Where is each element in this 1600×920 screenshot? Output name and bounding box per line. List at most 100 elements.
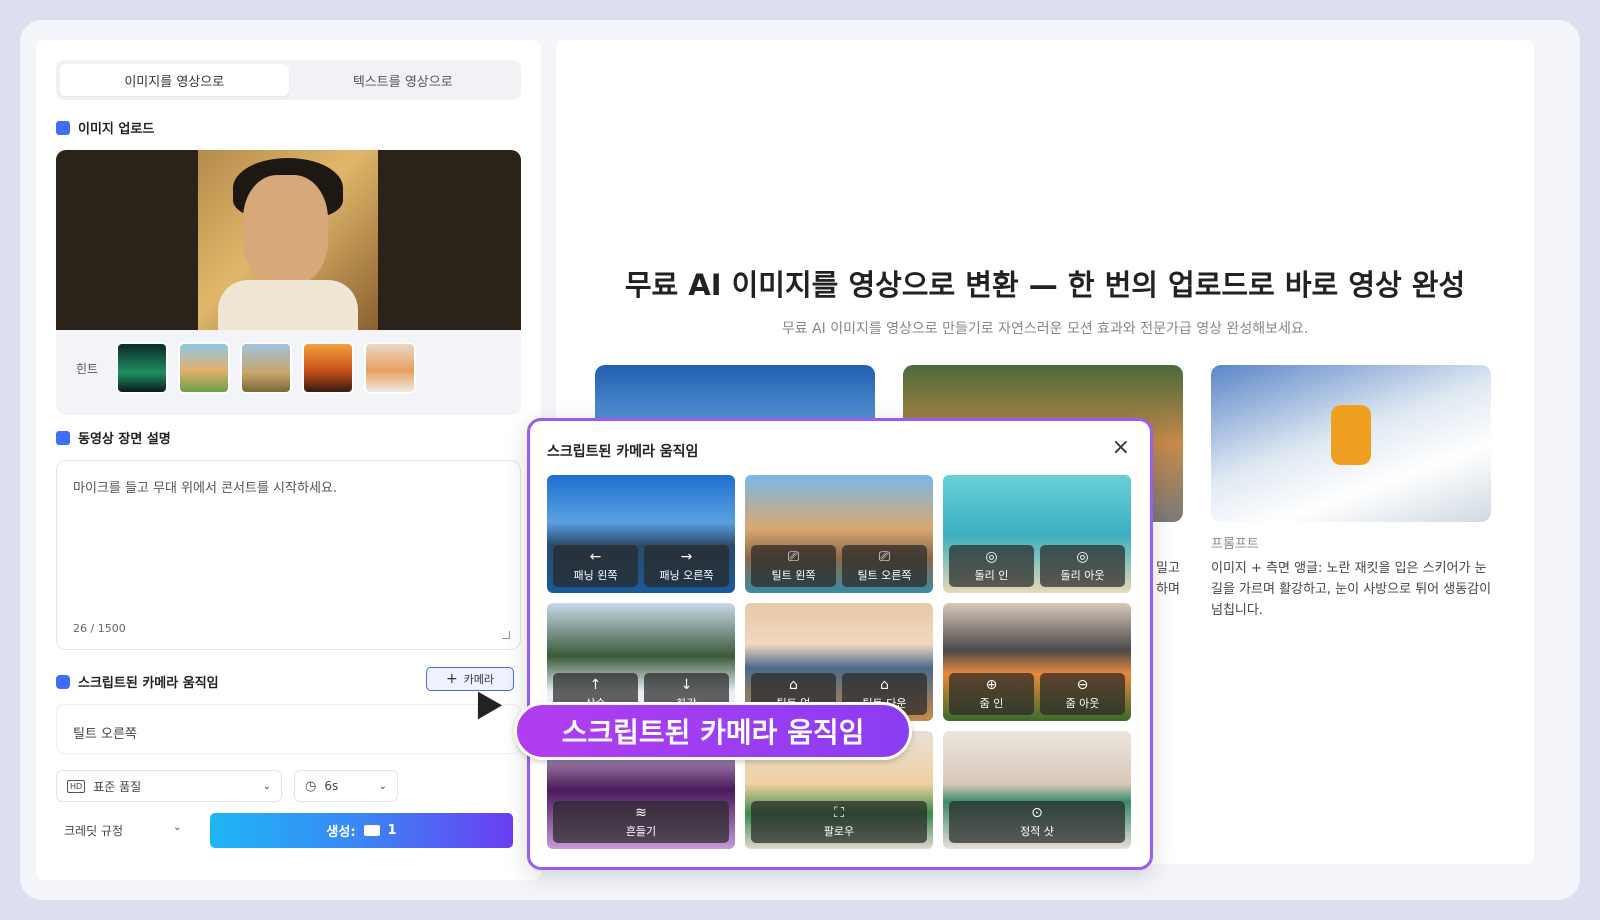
camera-preset-buttons: ← 패닝 왼쪽 → 패닝 오른쪽 xyxy=(553,545,729,587)
camera-preset-button[interactable]: ◎ 돌리 아웃 xyxy=(1040,545,1125,587)
camera-move-icon: ⎚ xyxy=(787,548,800,565)
hint-label: 힌트 xyxy=(76,361,99,376)
duration-select[interactable]: ◷ 6s ⌄ xyxy=(294,770,398,802)
camera-preset-label: 패닝 오른쪽 xyxy=(659,568,714,582)
camera-preset-button[interactable]: ⊙ 정적 샷 xyxy=(949,801,1125,843)
camera-preset-button[interactable]: ← 패닝 왼쪽 xyxy=(553,545,638,587)
example-card-skier[interactable] xyxy=(1211,365,1491,522)
camera-title: 스크립트된 카메라 움직임 xyxy=(78,676,219,691)
char-count: 26 / 1500 xyxy=(73,622,126,635)
camera-move-icon: ⎚ xyxy=(878,548,891,565)
camera-preset-label: 돌리 아웃 xyxy=(1060,568,1105,582)
scene-section-header: 동영상 장면 설명 xyxy=(56,428,171,447)
hint-thumb-rider[interactable] xyxy=(240,342,292,394)
camera-move-icon: ⌂ xyxy=(880,676,889,693)
chevron-down-icon: ⌄ xyxy=(262,780,271,792)
add-camera-button[interactable]: + 카메라 xyxy=(426,667,514,691)
hd-icon: HD xyxy=(67,779,86,793)
camera-move-icon: ≋ xyxy=(635,804,647,821)
hero-title: 무료 AI 이미지를 영상으로 변환 — 한 번의 업로드로 바로 영상 완성 xyxy=(624,268,1466,302)
camera-preset-button[interactable]: ⎚ 틸트 오른쪽 xyxy=(842,545,927,587)
camera-preset-buttons: ⛶ 팔로우 xyxy=(751,801,927,843)
image-icon xyxy=(56,120,70,135)
hint-thumb-aurora[interactable] xyxy=(116,342,168,394)
upload-section-header: 이미지 업로드 xyxy=(56,118,154,137)
plus-icon: + xyxy=(445,671,458,687)
camera-preset-label: 팔로우 xyxy=(823,824,855,838)
camera-preset-buttons: ⊕ 줌 인 ⊖ 줌 아웃 xyxy=(949,673,1125,715)
popup-title: 스크립트된 카메라 움직임 xyxy=(547,444,699,460)
camera-preset-button[interactable]: → 패닝 오른쪽 xyxy=(644,545,729,587)
camera-move-icon: ◎ xyxy=(985,548,998,565)
camera-preset-cell[interactable]: ⊙ 정적 샷 xyxy=(943,731,1131,849)
scene-text: 마이크를 들고 무대 위에서 콘서트를 시작하세요. xyxy=(73,481,337,496)
upload-title: 이미지 업로드 xyxy=(78,122,155,137)
camera-preset-button[interactable]: ≋ 흔들기 xyxy=(553,801,729,843)
camera-preset-label: 틸트 왼쪽 xyxy=(771,568,816,582)
camera-preset-cell[interactable]: ◎ 돌리 인 ◎ 돌리 아웃 xyxy=(943,475,1131,593)
camera-move-icon: ↑ xyxy=(589,676,602,693)
camera-preset-button[interactable]: ⎚ 틸트 왼쪽 xyxy=(751,545,836,587)
scene-title: 동영상 장면 설명 xyxy=(78,432,171,447)
prompt-text: 이미지 + 측면 앵글: 노란 재킷을 입은 스키어가 눈길을 가르며 활강하고… xyxy=(1211,561,1492,618)
hint-thumb-cat[interactable] xyxy=(364,342,416,394)
camera-preset-label: 정적 샷 xyxy=(1020,824,1054,838)
chevron-down-icon: ⌄ xyxy=(378,780,387,792)
generate-label: 생성: xyxy=(326,825,356,840)
camera-section-header: 스크립트된 카메라 움직임 xyxy=(56,672,219,691)
resize-handle-icon[interactable] xyxy=(502,631,510,639)
camera-preset-label: 틸트 오른쪽 xyxy=(857,568,912,582)
camera-preset-buttons: ◎ 돌리 인 ◎ 돌리 아웃 xyxy=(949,545,1125,587)
camera-move-icon: ⌂ xyxy=(789,676,798,693)
quality-label: 표준 품질 xyxy=(93,779,142,794)
camera-preset-label: 흔들기 xyxy=(625,824,657,838)
video-icon xyxy=(363,825,380,836)
camera-preset-buttons: ⊙ 정적 샷 xyxy=(949,801,1125,843)
hero-subtitle: 무료 AI 이미지를 영상으로 만들기로 자연스러운 모션 효과와 전문가급 영… xyxy=(781,321,1309,337)
chevron-down-icon: ⌄ xyxy=(173,822,182,833)
camera-preset-label: 줌 아웃 xyxy=(1065,696,1100,710)
scene-description-input[interactable]: 마이크를 들고 무대 위에서 콘서트를 시작하세요. 26 / 1500 xyxy=(56,460,521,650)
camera-move-icon: ◎ xyxy=(1076,548,1089,565)
camera-preset-label: 줌 인 xyxy=(979,696,1004,710)
camera-move-icon: ⛶ xyxy=(834,804,844,821)
partial-prompt-text: 밀고 하며 xyxy=(1156,561,1180,597)
camera-preset-button[interactable]: ⊕ 줌 인 xyxy=(949,673,1034,715)
camera-preset-label: 패닝 왼쪽 xyxy=(573,568,618,582)
close-icon[interactable]: × xyxy=(1112,437,1130,459)
camera-move-icon: → xyxy=(680,548,693,565)
camera-move-icon: ⊖ xyxy=(1076,676,1089,693)
credit-rule-label: 크레딧 규정 xyxy=(64,824,124,838)
generate-button[interactable]: 생성: 1 xyxy=(210,813,513,848)
quality-select[interactable]: HD 표준 품질 ⌄ xyxy=(56,770,282,802)
camera-preset-cell[interactable]: ⎚ 틸트 왼쪽 ⎚ 틸트 오른쪽 xyxy=(745,475,933,593)
camera-value-field[interactable]: 틸트 오른쪽 xyxy=(56,704,521,754)
generate-count: 1 xyxy=(387,823,397,838)
camera-move-icon: ← xyxy=(589,548,602,565)
duration-label: 6s xyxy=(324,779,339,793)
camera-move-icon: ↓ xyxy=(680,676,693,693)
camera-preset-label: 돌리 인 xyxy=(974,568,1009,582)
hint-thumb-bottle[interactable] xyxy=(302,342,354,394)
camera-preset-cell[interactable]: ← 패닝 왼쪽 → 패닝 오른쪽 xyxy=(547,475,735,593)
camera-preset-button[interactable]: ◎ 돌리 인 xyxy=(949,545,1034,587)
clock-icon: ◷ xyxy=(305,778,317,794)
tab-image-to-video[interactable]: 이미지를 영상으로 xyxy=(60,64,289,96)
edit-icon xyxy=(56,430,70,445)
mode-tabs: 이미지를 영상으로 텍스트를 영상으로 xyxy=(56,60,521,100)
camera-preset-button[interactable]: ⛶ 팔로우 xyxy=(751,801,927,843)
credit-rule[interactable]: 크레딧 규정 ⌄ xyxy=(64,822,181,839)
camera-icon xyxy=(56,674,70,689)
camera-preset-cell[interactable]: ⊕ 줌 인 ⊖ 줌 아웃 xyxy=(943,603,1131,721)
left-panel: 이미지를 영상으로 텍스트를 영상으로 이미지 업로드 힌트 동영상 장면 설명… xyxy=(36,40,541,880)
camera-preset-buttons: ⎚ 틸트 왼쪽 ⎚ 틸트 오른쪽 xyxy=(751,545,927,587)
uploaded-image xyxy=(56,150,521,330)
camera-preset-button[interactable]: ⊖ 줌 아웃 xyxy=(1040,673,1125,715)
tab-text-to-video[interactable]: 텍스트를 영상으로 xyxy=(289,64,518,96)
hint-thumb-bear[interactable] xyxy=(178,342,230,394)
camera-movement-popup: 스크립트된 카메라 움직임 × ← 패닝 왼쪽 → 패닝 오른쪽 ⎚ 틸트 왼쪽 ⎚ 틸트 오… xyxy=(527,418,1153,870)
feature-banner: 스크립트된 카메라 움직임 xyxy=(514,702,912,760)
camera-preset-buttons: ≋ 흔들기 xyxy=(553,801,729,843)
image-upload-area[interactable]: 힌트 xyxy=(56,150,521,415)
prompt-label: 프롬프트 xyxy=(1211,537,1259,552)
